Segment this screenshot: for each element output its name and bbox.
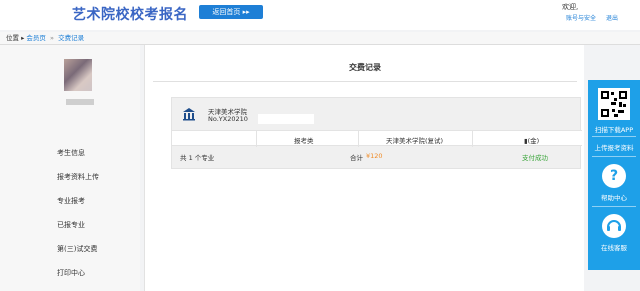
- sidebar-item-print[interactable]: 打印中心: [57, 268, 85, 278]
- header-school: 天津美术学院(复试): [386, 137, 444, 145]
- sidebar-item-student-info[interactable]: 考生信息: [57, 148, 85, 158]
- help-center-label[interactable]: 帮助中心: [588, 192, 640, 202]
- headset-icon[interactable]: [602, 214, 626, 238]
- download-app-label[interactable]: 扫描下载APP: [588, 124, 640, 134]
- logout-link[interactable]: 退出: [606, 15, 618, 22]
- breadcrumb-prefix: 位置 ▸: [6, 34, 25, 42]
- row-total-value: ¥120: [366, 152, 383, 160]
- sidebar-item-upload[interactable]: 报考资料上传: [57, 172, 99, 182]
- account-links: 账号与安全 退出: [566, 13, 626, 22]
- sidebar-item-applied[interactable]: 已报专业: [57, 220, 85, 230]
- breadcrumb-home[interactable]: 会员页: [26, 34, 46, 42]
- main-panel: 交费记录 天津美术学院 No.YX20210 报考类 天津美术学院(复试) ▮(…: [144, 45, 584, 291]
- welcome-text: 欢迎,: [562, 3, 579, 11]
- sidebar-item-payment[interactable]: 第(三)试交费: [57, 244, 97, 254]
- divider: [592, 136, 636, 137]
- right-floating-bar: 扫描下载APP 上传报考资料 ? 帮助中心 在线客服: [588, 80, 640, 270]
- online-service-label[interactable]: 在线客服: [588, 242, 640, 252]
- username-placeholder: [66, 99, 94, 105]
- page-title: 交费记录: [349, 63, 381, 72]
- breadcrumb: 位置 ▸ 会员页 » 交费记录: [0, 32, 640, 45]
- header: 艺术院校校考报名 返回首页 ▸▸ 欢迎, 账号与安全 退出: [0, 0, 640, 30]
- table-header: 报考类 天津美术学院(复试) ▮(金): [172, 130, 582, 147]
- home-button[interactable]: 返回首页 ▸▸: [199, 5, 263, 19]
- table-row: 共 1 个专业 合计 ¥120 支付成功: [172, 146, 582, 166]
- site-title[interactable]: 艺术院校校考报名: [72, 4, 188, 24]
- col-divider: [472, 131, 473, 147]
- sidebar-item-apply[interactable]: 专业报考: [57, 196, 85, 206]
- breadcrumb-current[interactable]: 交费记录: [58, 34, 84, 42]
- divider: [592, 156, 636, 157]
- col-divider: [358, 131, 359, 147]
- account-security-link[interactable]: 账号与安全: [566, 15, 596, 22]
- upload-materials-label[interactable]: 上传报考资料: [588, 142, 640, 152]
- qr-code-icon: [600, 90, 628, 118]
- qr-code: [598, 88, 630, 120]
- title-divider: [153, 81, 577, 82]
- avatar: [64, 59, 92, 91]
- breadcrumb-sep: »: [50, 34, 54, 42]
- sidebar: 考生信息 报考资料上传 专业报考 已报专业 第(三)试交费 打印中心: [0, 45, 140, 291]
- help-icon[interactable]: ?: [602, 164, 626, 188]
- redacted-box: [258, 114, 314, 124]
- payment-card: 天津美术学院 No.YX20210 报考类 天津美术学院(复试) ▮(金) 共 …: [171, 97, 582, 169]
- row-total-label: 合计: [350, 154, 363, 162]
- row-status: 支付成功: [522, 154, 548, 162]
- col-divider: [256, 131, 257, 147]
- header-amount: ▮(金): [524, 137, 540, 145]
- row-count: 共 1 个专业: [180, 154, 215, 162]
- divider: [592, 206, 636, 207]
- order-number: No.YX20210: [208, 115, 248, 123]
- header-category: 报考类: [294, 137, 314, 145]
- school-icon: [183, 108, 195, 121]
